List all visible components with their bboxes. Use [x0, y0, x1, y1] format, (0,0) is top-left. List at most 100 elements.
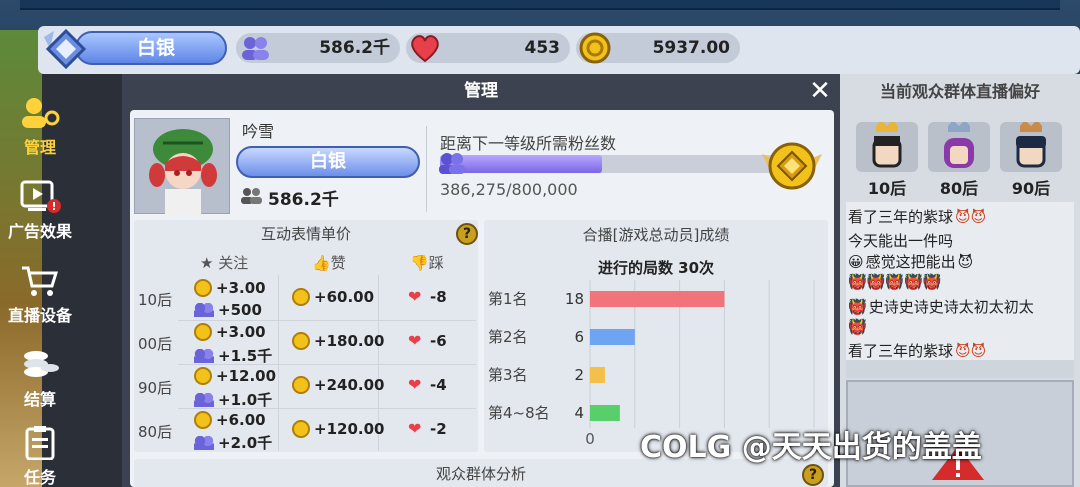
- data-label: 2: [574, 366, 584, 384]
- emoji-icon: 👹: [848, 297, 867, 316]
- emoji-icon: 😈😈: [955, 341, 987, 360]
- row-label: 80后: [138, 423, 173, 441]
- heart-icon: ❤: [408, 331, 422, 350]
- like-value: +180.00: [292, 332, 384, 350]
- fans-icon: [439, 153, 465, 174]
- star-icon: ★: [200, 254, 214, 272]
- follow-coin-value: +3.00: [194, 279, 266, 297]
- watermark: COLG @天天出货的盖盖: [640, 422, 982, 466]
- clipboard-icon: [25, 426, 55, 460]
- emoji-icon: 😈: [957, 252, 974, 271]
- coin-icon: [579, 32, 611, 64]
- fans-icon: [194, 435, 214, 450]
- category-label: 第2名: [488, 328, 528, 346]
- row-label: 00后: [138, 335, 173, 353]
- x-tick-label: 0: [585, 430, 595, 448]
- close-button[interactable]: ✕: [806, 78, 834, 106]
- heart-icon: ❤: [408, 419, 422, 438]
- ad-effect-icon: !: [20, 180, 61, 213]
- chat-message: 👹 史诗史诗史诗太初太初太: [848, 297, 1034, 317]
- like-value: +120.00: [292, 420, 384, 438]
- follow-coin-value: +3.00: [194, 323, 266, 341]
- nav-label: 管理: [23, 138, 56, 157]
- player-rank-badge: 白银: [236, 146, 420, 178]
- coin-icon: [292, 332, 310, 350]
- nav-item-tasks[interactable]: 任务: [0, 426, 80, 487]
- gold-medal-icon: [762, 142, 822, 190]
- help-button[interactable]: ?: [456, 223, 478, 245]
- nav-item-settlement[interactable]: 结算: [0, 348, 80, 410]
- chart-panel-title: 合播[游戏总动员]成绩: [582, 226, 730, 244]
- emoji-icon: 😀: [848, 252, 864, 271]
- help-button[interactable]: ?: [802, 464, 824, 486]
- coin-icon: [194, 323, 212, 341]
- nav-label: 结算: [23, 390, 56, 409]
- coin-icon: [292, 376, 310, 394]
- avatar[interactable]: [134, 118, 230, 215]
- dislike-value: ❤ -2: [408, 419, 447, 438]
- preference-label: 80后: [939, 179, 979, 198]
- nav-item-equipment[interactable]: 直播设备: [0, 264, 80, 326]
- player-name: 吟雪: [242, 122, 275, 141]
- preference-card-1: [856, 120, 918, 172]
- data-label: 18: [565, 290, 584, 308]
- chat-message: 👹👹👹👹👹: [848, 273, 941, 291]
- fans-icon: [241, 188, 262, 204]
- rank-badge: 白银: [75, 31, 227, 65]
- preference-label: 10后: [867, 179, 907, 198]
- top-strip: [20, 0, 1060, 10]
- manage-icon: [22, 98, 60, 128]
- preference-label: 90后: [1011, 179, 1051, 198]
- heart-icon: [411, 35, 439, 63]
- nav-item-manage[interactable]: 管理: [0, 96, 80, 158]
- dislike-value: ❤ -6: [408, 331, 447, 350]
- column-header-like: 👍赞: [312, 252, 346, 273]
- emoji-icon: 👹👹👹👹👹: [848, 273, 942, 291]
- streamer-portrait-icon: [149, 129, 217, 215]
- nav-item-ad-effect[interactable]: ! 广告效果: [0, 180, 80, 242]
- column-header-dislike: 👎踩: [410, 252, 444, 273]
- coin-icon: [292, 420, 310, 438]
- viewer-avatar-icon: [872, 120, 902, 168]
- fans-icon: [194, 303, 214, 317]
- column-header-label: 踩: [428, 254, 444, 272]
- emoji-icon: 😈😈: [955, 207, 987, 226]
- chat-message: 看了三年的紫球 😈😈: [848, 341, 987, 361]
- chat-input[interactable]: [846, 360, 1074, 378]
- viewer-avatar-icon: [1016, 120, 1046, 168]
- preference-card-3: [1000, 120, 1062, 172]
- follow-coin-value: +6.00: [194, 411, 266, 429]
- heart-icon: ❤: [408, 287, 422, 306]
- coins-icon: [24, 351, 59, 377]
- alert-badge: !: [51, 200, 56, 213]
- coin-icon: [292, 288, 310, 306]
- watermark-text: @天天出货的盖盖: [741, 430, 982, 465]
- price-table-title: 互动表情单价: [260, 225, 351, 243]
- panel-title: 管理: [464, 81, 498, 101]
- category-label: 第1名: [488, 290, 528, 308]
- row-label: 90后: [138, 379, 173, 397]
- column-header-label: 赞: [330, 254, 346, 272]
- category-label: 第4~8名: [488, 404, 550, 422]
- column-header-label: 关注: [218, 254, 249, 272]
- nav-label: 广告效果: [7, 222, 72, 241]
- player-fans: 586.2千: [268, 190, 339, 210]
- bar: [590, 291, 725, 307]
- fans-icon: [194, 392, 214, 407]
- follow-fans-value: +1.0千: [194, 389, 272, 410]
- divider: [426, 126, 427, 212]
- column-divider: [278, 275, 279, 451]
- chat-message: 👹: [848, 318, 867, 336]
- cart-icon: [22, 266, 59, 296]
- like-value: +240.00: [292, 376, 384, 394]
- fans-counter: 586.2千: [236, 33, 400, 63]
- bar: [590, 329, 635, 345]
- category-label: 第3名: [488, 366, 528, 384]
- silver-rank-icon: [44, 28, 87, 70]
- nav-label: 任务: [23, 468, 56, 487]
- fans-progress-text: 386,275/800,000: [440, 180, 578, 199]
- chat-message: 今天能出一件吗: [848, 232, 954, 250]
- follow-fans-value: +2.0千: [194, 432, 272, 453]
- like-value: +60.00: [292, 288, 374, 306]
- nav-label: 直播设备: [7, 306, 72, 325]
